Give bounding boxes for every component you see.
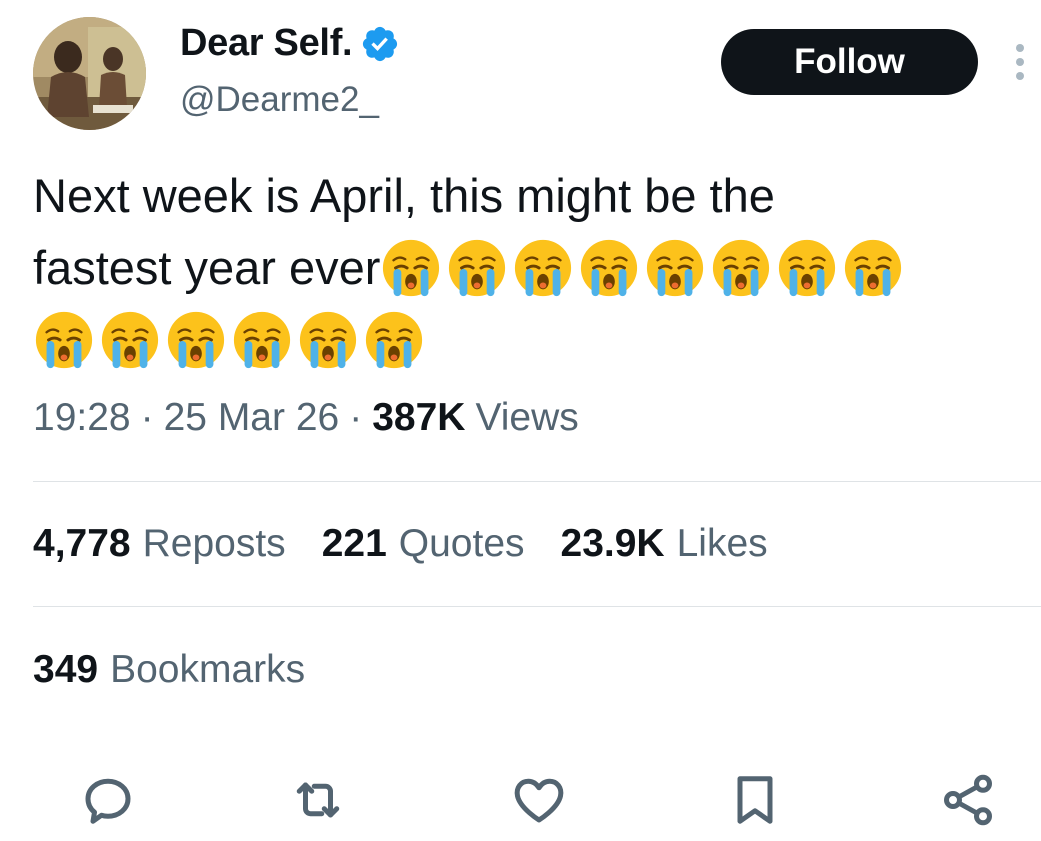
engagement-stats: 4,778 Reposts 221 Quotes 23.9K Likes bbox=[33, 522, 768, 566]
tweet-line-2-text: fastest year ever bbox=[33, 241, 381, 294]
loudly-crying-face-emoji-icon bbox=[776, 237, 838, 299]
loudly-crying-face-emoji-icon bbox=[231, 309, 293, 371]
loudly-crying-face-emoji-icon bbox=[33, 309, 95, 371]
loudly-crying-face-emoji-icon bbox=[512, 237, 574, 299]
tweet-line-2: fastest year ever bbox=[33, 232, 1013, 304]
repost-icon[interactable] bbox=[288, 770, 348, 830]
like-icon[interactable] bbox=[509, 770, 569, 830]
emoji-group bbox=[380, 237, 904, 299]
stat-count: 349 bbox=[33, 648, 99, 691]
stat-likes[interactable]: 23.9K Likes bbox=[561, 522, 768, 566]
views-label: Views bbox=[475, 396, 579, 439]
meta-separator: · bbox=[349, 396, 363, 439]
display-name[interactable]: Dear Self. bbox=[180, 22, 353, 65]
divider bbox=[33, 606, 1041, 607]
stat-label: Bookmarks bbox=[110, 648, 306, 691]
loudly-crying-face-emoji-icon bbox=[380, 237, 442, 299]
reply-icon[interactable] bbox=[78, 770, 138, 830]
meta-separator: · bbox=[140, 396, 154, 439]
loudly-crying-face-emoji-icon bbox=[842, 237, 904, 299]
loudly-crying-face-emoji-icon bbox=[99, 309, 161, 371]
author-handle[interactable]: @Dearme2_ bbox=[180, 80, 379, 120]
loudly-crying-face-emoji-icon bbox=[165, 309, 227, 371]
follow-button[interactable]: Follow bbox=[721, 29, 978, 95]
stat-count: 221 bbox=[321, 522, 387, 565]
more-options-icon[interactable] bbox=[1010, 42, 1030, 82]
stat-count: 23.9K bbox=[560, 522, 665, 565]
tweet-date[interactable]: 25 Mar 26 bbox=[164, 396, 340, 440]
divider bbox=[33, 481, 1041, 482]
loudly-crying-face-emoji-icon bbox=[297, 309, 359, 371]
verified-badge-icon bbox=[360, 24, 400, 64]
tweet-line-1: Next week is April, this might be the bbox=[33, 169, 775, 222]
author-name-row[interactable]: Dear Self. bbox=[180, 22, 400, 65]
avatar[interactable] bbox=[33, 17, 146, 130]
emoji-group bbox=[33, 309, 425, 371]
share-icon[interactable] bbox=[938, 770, 998, 830]
bookmark-icon[interactable] bbox=[725, 770, 785, 830]
tweet-line-3 bbox=[33, 304, 1013, 376]
stat-bookmarks[interactable]: 349 Bookmarks bbox=[33, 648, 305, 692]
stat-count: 4,778 bbox=[33, 522, 131, 565]
stat-quotes[interactable]: 221 Quotes bbox=[322, 522, 525, 566]
stat-label: Likes bbox=[676, 522, 768, 565]
loudly-crying-face-emoji-icon bbox=[578, 237, 640, 299]
stat-reposts[interactable]: 4,778 Reposts bbox=[33, 522, 286, 566]
loudly-crying-face-emoji-icon bbox=[644, 237, 706, 299]
views-count[interactable]: 387K bbox=[372, 396, 465, 440]
loudly-crying-face-emoji-icon bbox=[363, 309, 425, 371]
tweet-time[interactable]: 19:28 bbox=[33, 396, 131, 440]
loudly-crying-face-emoji-icon bbox=[446, 237, 508, 299]
stat-label: Reposts bbox=[142, 522, 286, 565]
loudly-crying-face-emoji-icon bbox=[710, 237, 772, 299]
tweet-text: Next week is April, this might be the fa… bbox=[33, 160, 1013, 376]
stat-label: Quotes bbox=[398, 522, 525, 565]
tweet-meta: 19:28 · 25 Mar 26 · 387K Views bbox=[33, 396, 579, 440]
